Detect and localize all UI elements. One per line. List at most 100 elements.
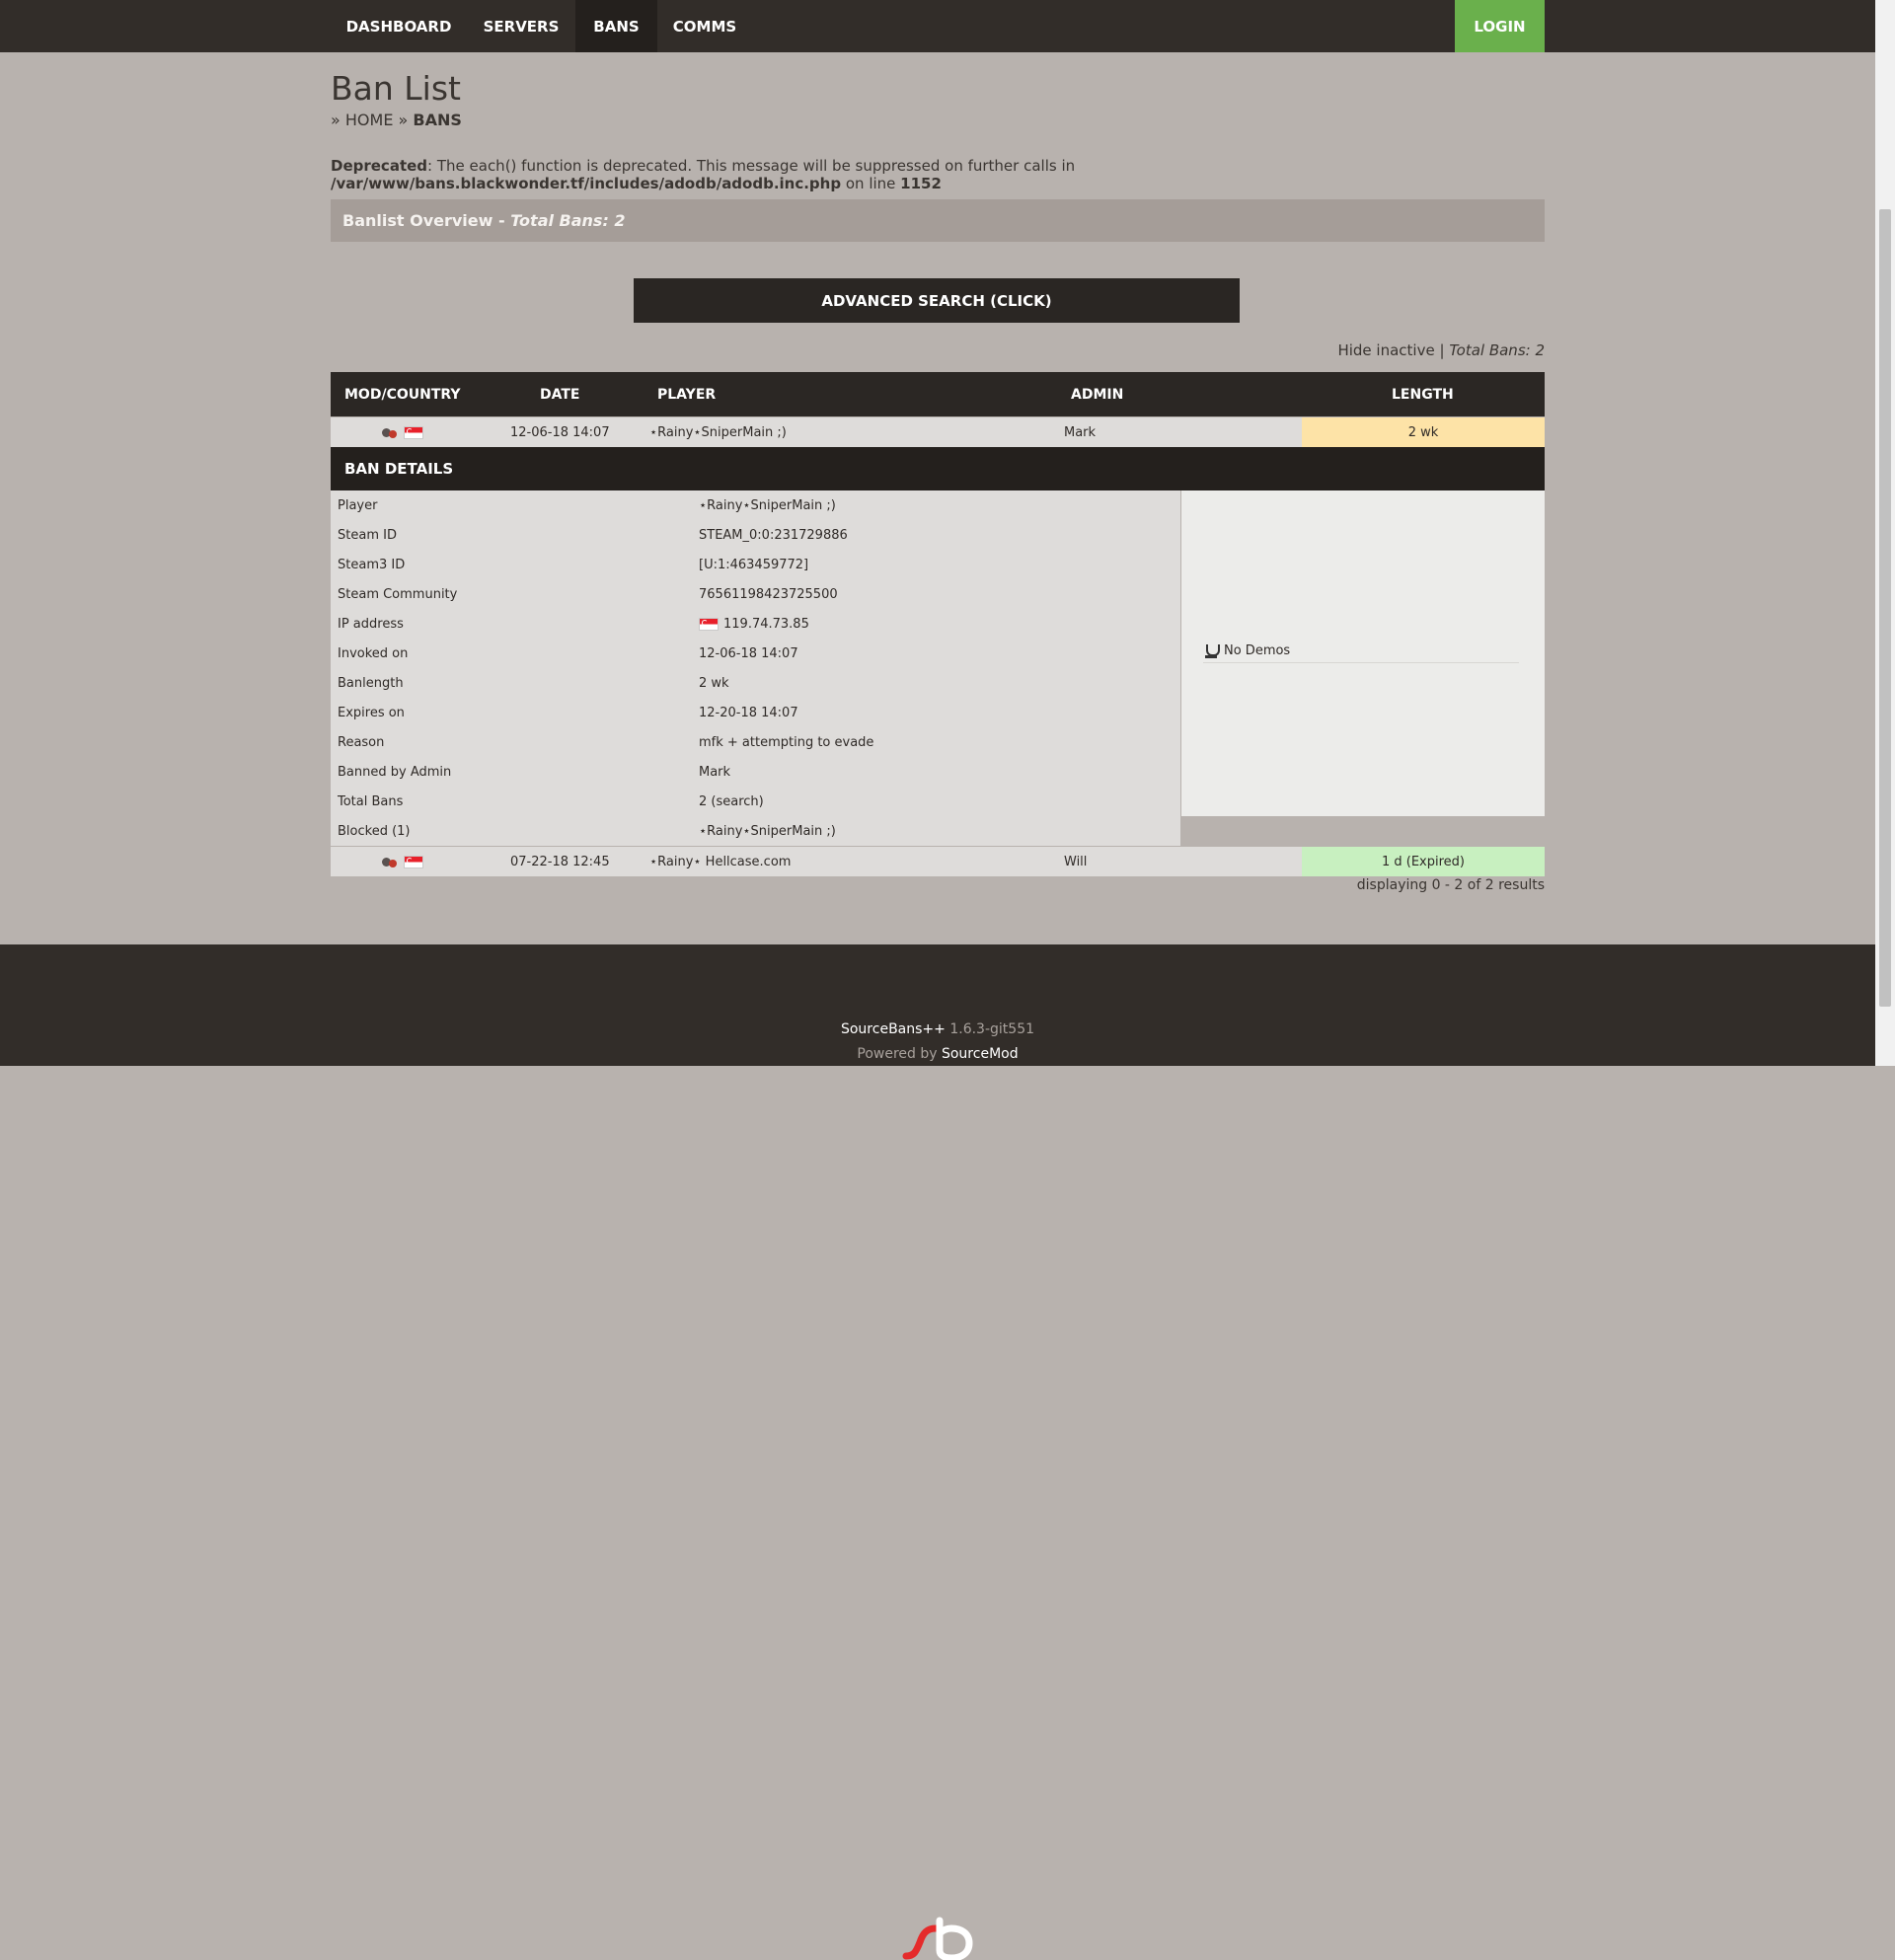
header-admin: ADMIN: [1071, 386, 1124, 403]
detail-value: [U:1:463459772]: [699, 557, 809, 572]
warning-on-line: on line: [841, 175, 901, 192]
steam-community-link[interactable]: 76561198423725500: [699, 579, 838, 609]
detail-row: Banned by Admin Mark: [331, 757, 1180, 787]
login-button[interactable]: LOGIN: [1455, 0, 1545, 52]
sourcemod-link[interactable]: SourceMod: [942, 1046, 1019, 1062]
demos-line: No Demos: [1203, 640, 1519, 663]
page-title: Ban List: [331, 69, 461, 108]
detail-key: Expires on: [338, 705, 405, 720]
sourcebans-logo-icon: [902, 1917, 973, 1960]
version-line: SourceBans++ 1.6.3-git551: [0, 1021, 1875, 1037]
header-date: DATE: [540, 386, 580, 403]
demo-icon: [1203, 643, 1220, 659]
hide-separator: |: [1439, 341, 1445, 359]
breadcrumb-home[interactable]: HOME: [345, 111, 394, 129]
singapore-flag-icon: [699, 617, 719, 631]
results-count: displaying 0 - 2 of 2 results: [1356, 877, 1545, 893]
deprecation-warning: Deprecated: The each() function is depre…: [331, 157, 1545, 192]
panel-gap: [1181, 816, 1545, 846]
warning-line-number: 1152: [900, 175, 942, 192]
detail-key: Player: [338, 497, 378, 513]
hide-inactive-line: Hide inactive | Total Bans: 2: [1337, 341, 1545, 359]
detail-row: Expires on 12-20-18 14:07: [331, 698, 1180, 727]
game-mod-icon: [382, 855, 398, 868]
nav-comms[interactable]: COMMS: [657, 0, 752, 52]
ip-address-text: 119.74.73.85: [723, 616, 809, 632]
header-mod-country: MOD/COUNTRY: [344, 386, 461, 403]
detail-key: Reason: [338, 734, 385, 750]
demos-panel: No Demos: [1181, 490, 1545, 816]
ban-details-table: Player ⋆Rainy⋆SniperMain ;) Steam ID STEAM…: [331, 490, 1180, 846]
row-length: 1 d (Expired): [1302, 847, 1545, 876]
detail-row: Steam3 ID [U:1:463459772]: [331, 550, 1180, 579]
row-length: 2 wk: [1302, 417, 1545, 447]
breadcrumb: » HOME » BANS: [331, 111, 462, 129]
detail-key: Steam ID: [338, 527, 397, 543]
detail-key: Steam Community: [338, 586, 458, 602]
footer: SourceBans++ 1.6.3-git551 Powered by Sou…: [0, 944, 1875, 1960]
warning-label: Deprecated: [331, 157, 428, 175]
detail-key: Invoked on: [338, 645, 409, 661]
powered-by-text: Powered by: [857, 1046, 938, 1062]
detail-value: STEAM_0:0:231729886: [699, 527, 848, 543]
detail-value: Mark: [699, 764, 731, 780]
detail-row: Total Bans 2 (search): [331, 787, 1180, 816]
singapore-flag-icon: [404, 855, 423, 868]
row-admin: Mark: [1064, 424, 1097, 440]
advanced-search-button[interactable]: ADVANCED SEARCH (CLICK): [634, 278, 1240, 323]
mod-country-cell: [382, 417, 423, 447]
detail-key: Blocked (1): [338, 823, 411, 839]
ban-details-header: BAN DETAILS: [331, 447, 1545, 490]
table-row[interactable]: 07-22-18 12:45 ⋆Rainy⋆ Hellcase.com Will…: [331, 847, 1545, 876]
detail-value: 12-20-18 14:07: [699, 705, 798, 720]
singapore-flag-icon: [404, 425, 423, 439]
header-player: PLAYER: [657, 386, 717, 403]
ip-address-value: 119.74.73.85: [699, 609, 809, 639]
overview-label: Banlist Overview -: [342, 211, 505, 230]
detail-value: 2 wk: [699, 675, 729, 691]
nav-servers[interactable]: SERVERS: [467, 0, 575, 52]
total-bans-label: Total Bans: 2: [1449, 341, 1545, 359]
detail-value: ⋆Rainy⋆SniperMain ;): [699, 823, 836, 839]
product-name[interactable]: SourceBans++: [841, 1021, 946, 1037]
powered-line: Powered by SourceMod: [0, 1046, 1875, 1062]
row-player: ⋆Rainy⋆ Hellcase.com: [649, 854, 792, 869]
nav-bans[interactable]: BANS: [575, 0, 657, 52]
scrollbar-thumb[interactable]: [1879, 209, 1891, 1007]
top-navbar: DASHBOARD SERVERS BANS COMMS LOGIN: [0, 0, 1875, 52]
header-length: LENGTH: [1392, 386, 1454, 403]
overview-total: Total Bans: 2: [510, 211, 626, 230]
breadcrumb-separator: »: [398, 111, 409, 129]
detail-value: 12-06-18 14:07: [699, 645, 798, 661]
mod-country-cell: [382, 847, 423, 876]
hide-inactive-link[interactable]: Hide inactive: [1337, 341, 1434, 359]
detail-key: IP address: [338, 616, 404, 632]
detail-row: IP address 119.74.73.85: [331, 609, 1180, 639]
product-version: 1.6.3-git551: [949, 1021, 1035, 1037]
detail-row: Banlength 2 wk: [331, 668, 1180, 698]
detail-key: Banlength: [338, 675, 404, 691]
detail-row: Blocked (1) ⋆Rainy⋆SniperMain ;): [331, 816, 1180, 846]
row-date: 07-22-18 12:45: [510, 854, 610, 869]
ban-table-header: MOD/COUNTRY DATE PLAYER ADMIN LENGTH: [331, 372, 1545, 416]
no-demos-text: No Demos: [1224, 643, 1291, 658]
game-mod-icon: [382, 425, 398, 439]
detail-row: Invoked on 12-06-18 14:07: [331, 639, 1180, 668]
detail-value: mfk + attempting to evade: [699, 734, 874, 750]
detail-row: Steam Community 76561198423725500: [331, 579, 1180, 609]
detail-row: Player ⋆Rainy⋆SniperMain ;): [331, 490, 1180, 520]
total-bans-search-link[interactable]: 2 (search): [699, 787, 764, 816]
table-row[interactable]: 12-06-18 14:07 ⋆Rainy⋆SniperMain ;) Mark…: [331, 417, 1545, 447]
row-player: ⋆Rainy⋆SniperMain ;): [649, 424, 787, 440]
row-date: 12-06-18 14:07: [510, 424, 610, 440]
detail-row: Steam ID STEAM_0:0:231729886: [331, 520, 1180, 550]
detail-key: Total Bans: [338, 793, 404, 809]
breadcrumb-prefix: »: [331, 111, 341, 129]
nav-dashboard[interactable]: DASHBOARD: [331, 0, 467, 52]
detail-key: Steam3 ID: [338, 557, 406, 572]
detail-key: Banned by Admin: [338, 764, 452, 780]
breadcrumb-current: BANS: [413, 111, 462, 129]
warning-text: : The each() function is deprecated. Thi…: [427, 157, 1076, 175]
warning-path: /var/www/bans.blackwonder.tf/includes/ad…: [331, 175, 842, 192]
detail-row: Reason mfk + attempting to evade: [331, 727, 1180, 757]
